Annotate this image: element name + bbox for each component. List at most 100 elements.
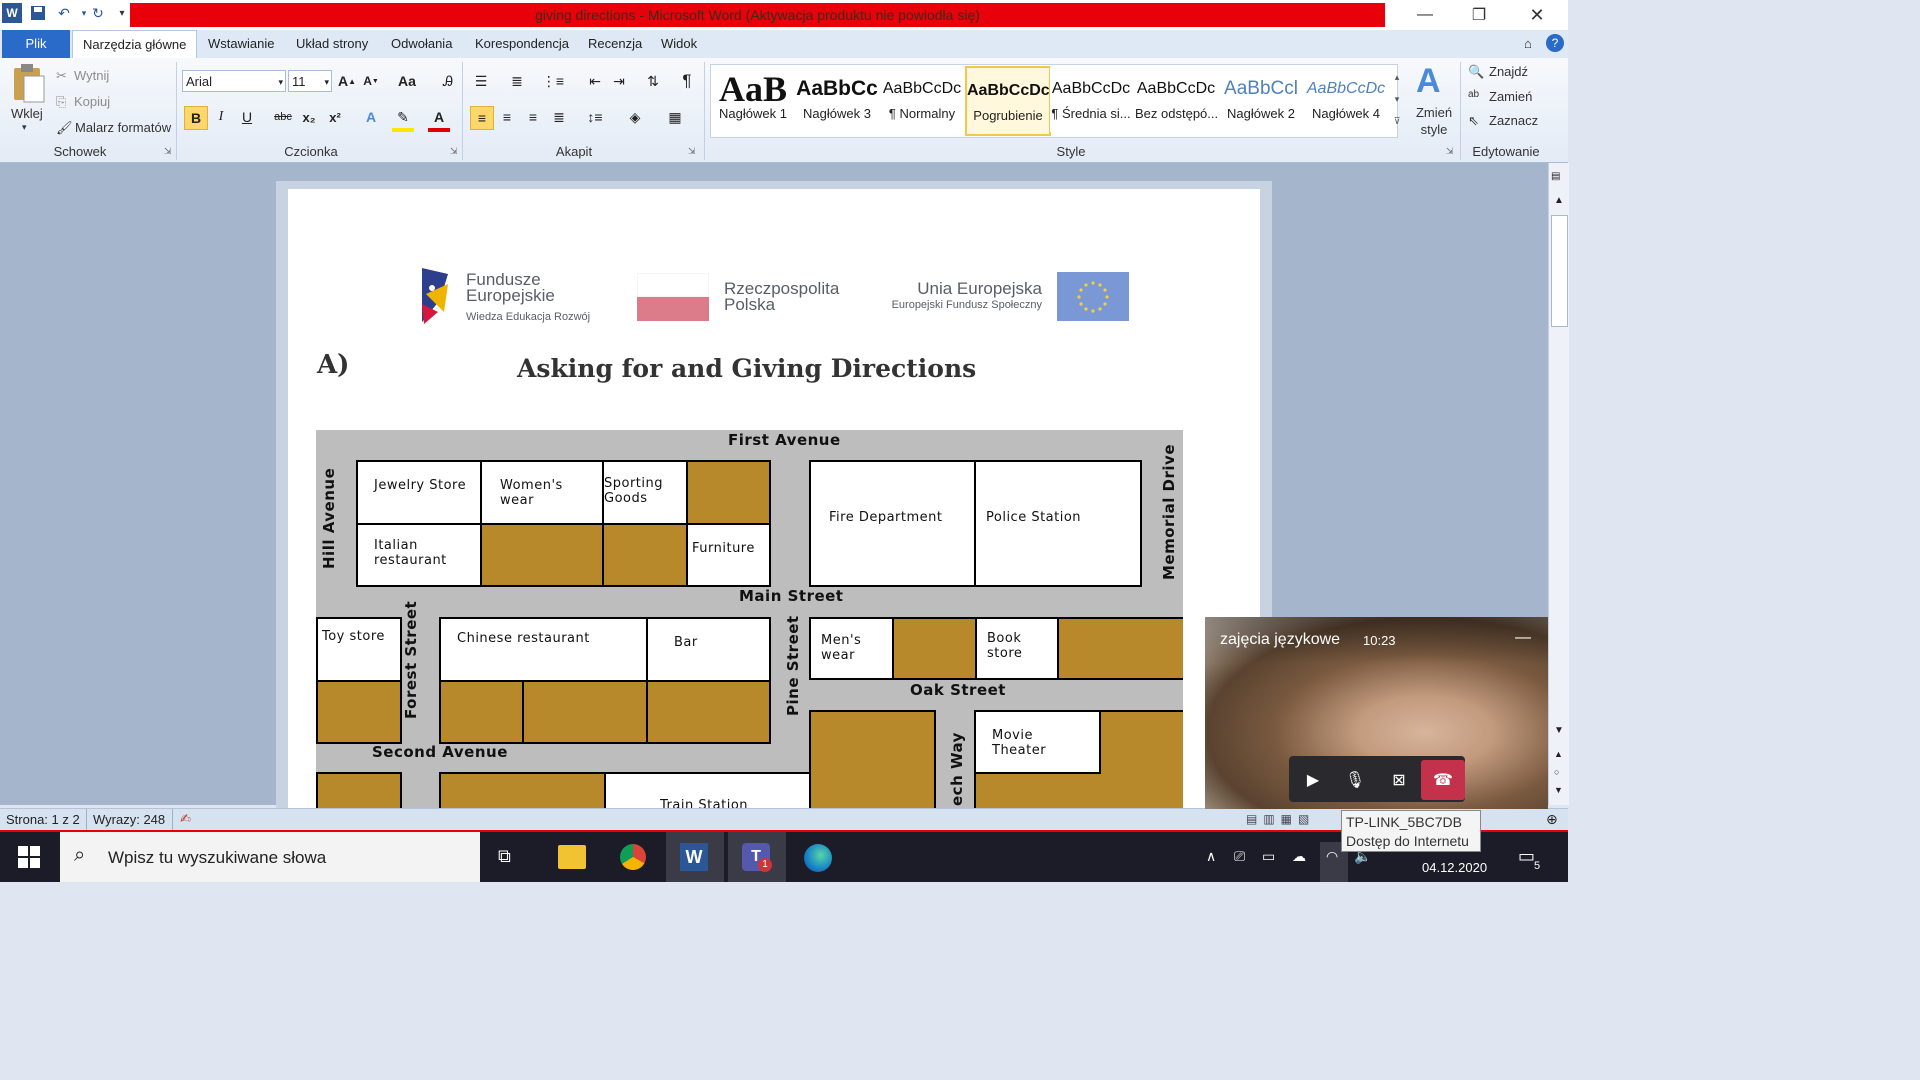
italic-button[interactable]: I — [210, 106, 232, 128]
hang-up-icon[interactable]: ☎ — [1421, 760, 1465, 800]
vertical-scrollbar[interactable]: ▤ ▲ ▼ ▲ ○ ▼ — [1548, 163, 1569, 805]
bullets-icon[interactable]: ☰ — [470, 70, 492, 92]
shrink-font-icon[interactable]: A ▼ — [360, 70, 382, 92]
restore-button[interactable]: ❐ — [1456, 0, 1502, 30]
highlight-icon[interactable]: ✎ — [392, 106, 414, 132]
tab-view[interactable]: Widok — [651, 30, 707, 58]
numbering-icon[interactable]: ≣ — [506, 70, 528, 92]
subscript-button[interactable]: x₂ — [298, 106, 320, 128]
borders-icon[interactable]: ▦ — [664, 106, 686, 128]
tab-page-layout[interactable]: Układ strony — [286, 30, 378, 58]
close-button[interactable]: ✕ — [1514, 0, 1560, 30]
tab-review[interactable]: Recenzja — [578, 30, 652, 58]
font-color-icon[interactable]: A — [428, 106, 450, 132]
customize-qat-icon[interactable]: ▾ — [112, 3, 132, 23]
file-explorer-icon[interactable] — [558, 845, 586, 869]
shading-icon[interactable]: ◈ — [624, 106, 646, 128]
style-heading-4[interactable]: AaBbCcDc Nagłówek 4 — [1305, 66, 1387, 132]
windows-start-icon[interactable] — [18, 846, 40, 868]
bold-button[interactable]: B — [184, 106, 208, 130]
meet-now-icon[interactable]: ⎚ — [1234, 848, 1245, 865]
style-heading-2[interactable]: AaBbCcl Nagłówek 2 — [1220, 66, 1302, 132]
show-hidden-icons-icon[interactable]: ∧ — [1206, 848, 1216, 865]
font-size-box[interactable]: 11 ▾ — [288, 70, 332, 92]
grow-font-icon[interactable]: A ▲ — [336, 70, 358, 92]
font-launcher-icon[interactable]: ⇲ — [450, 146, 458, 157]
align-left-button[interactable]: ≡ — [470, 106, 494, 130]
redo-icon[interactable]: ↻ — [88, 3, 108, 23]
minimize-button[interactable]: — — [1402, 0, 1448, 30]
align-right-button[interactable]: ≡ — [522, 106, 544, 128]
decrease-indent-icon[interactable]: ⇤ — [584, 70, 606, 92]
word-app-icon[interactable]: W — [2, 3, 22, 23]
word-counter[interactable]: Wyrazy: 248 — [93, 812, 165, 827]
scroll-down-icon[interactable]: ▼ — [1554, 725, 1564, 736]
zoom-in-icon[interactable]: ⊕ — [1546, 811, 1558, 828]
taskbar-date[interactable]: 04.12.2020 — [1422, 860, 1487, 875]
wifi-icon[interactable]: ◠ — [1326, 848, 1338, 865]
paste-button[interactable]: Wklej — [11, 106, 43, 121]
clipboard-launcher-icon[interactable]: ⇲ — [164, 146, 172, 157]
style-bold[interactable]: AaBbCcDc Pogrubienie — [965, 66, 1051, 136]
align-center-button[interactable]: ≡ — [496, 106, 518, 128]
paragraph-launcher-icon[interactable]: ⇲ — [688, 146, 696, 157]
style-heading-1[interactable]: AaB Nagłówek 1 — [712, 66, 794, 132]
microphone-icon[interactable]: 🎙 — [1333, 760, 1377, 800]
tab-file[interactable]: Plik — [2, 30, 70, 58]
word-taskbar-icon[interactable]: W — [680, 843, 708, 871]
chrome-icon[interactable] — [620, 844, 646, 870]
copy-button[interactable]: Kopiuj — [74, 94, 110, 109]
font-name-box[interactable]: Arial ▾ — [182, 70, 286, 92]
select-button[interactable]: Zaznacz — [1489, 113, 1538, 128]
paste-icon[interactable] — [8, 62, 48, 103]
next-page-icon[interactable]: ▼ — [1554, 785, 1563, 795]
style-medium-grid[interactable]: AaBbCcDc ¶ Średnia si... — [1050, 66, 1132, 132]
undo-icon[interactable]: ↶ — [54, 3, 74, 23]
onedrive-icon[interactable]: ☁ — [1292, 848, 1306, 865]
sort-icon[interactable]: ⇅ — [642, 70, 664, 92]
scroll-thumb[interactable] — [1551, 215, 1568, 327]
tab-mailings[interactable]: Korespondencja — [465, 30, 579, 58]
minimize-video-icon[interactable]: — — [1515, 629, 1531, 647]
underline-button[interactable]: U — [236, 106, 258, 128]
text-effects-icon[interactable]: A — [360, 106, 382, 128]
cut-button[interactable]: Wytnij — [74, 68, 109, 83]
edge-icon[interactable] — [804, 844, 832, 872]
find-button[interactable]: Znajdź — [1489, 64, 1528, 79]
change-styles-button[interactable]: Zmień style — [1414, 104, 1454, 138]
video-call-window[interactable]: zajęcia językowe 10:23 — ▶ 🎙 ⊠ ☎ — [1205, 617, 1548, 809]
style-no-spacing[interactable]: AaBbCcDc Bez odstępó... — [1135, 66, 1217, 132]
view-buttons-icon[interactable]: ▤▥▦▧ — [1246, 812, 1315, 826]
line-spacing-icon[interactable]: ↕≡ — [584, 106, 606, 128]
show-marks-icon[interactable]: ¶ — [676, 70, 698, 92]
task-view-icon[interactable]: ⧉ — [498, 846, 511, 867]
increase-indent-icon[interactable]: ⇥ — [608, 70, 630, 92]
strikethrough-button[interactable]: abc — [272, 106, 294, 128]
save-icon[interactable] — [28, 3, 48, 23]
ruler-toggle-icon[interactable]: ▤ — [1551, 171, 1560, 182]
camera-icon[interactable]: ▶ — [1291, 760, 1335, 800]
style-normal[interactable]: AaBbCcDc ¶ Normalny — [881, 66, 963, 132]
tab-insert[interactable]: Wstawianie — [198, 30, 284, 58]
multilevel-list-icon[interactable]: ⋮≡ — [542, 70, 564, 92]
minimize-ribbon-icon[interactable]: ⌂ — [1524, 36, 1532, 51]
battery-icon[interactable]: ▭ — [1262, 848, 1275, 865]
styles-launcher-icon[interactable]: ⇲ — [1446, 146, 1454, 157]
justify-button[interactable]: ≣ — [548, 106, 570, 128]
notification-icon[interactable]: ▭ — [1518, 846, 1535, 867]
clear-format-icon[interactable]: Ꭿ — [437, 70, 459, 92]
superscript-button[interactable]: x² — [324, 106, 346, 128]
styles-scroll-icon[interactable]: ▴ ▾ ⊽ — [1390, 66, 1404, 134]
browse-object-icon[interactable]: ○ — [1554, 767, 1559, 777]
page-counter[interactable]: Strona: 1 z 2 — [6, 812, 80, 827]
change-case-icon[interactable]: Aa — [396, 70, 418, 92]
proofing-icon[interactable]: ✍ — [180, 811, 191, 827]
prev-page-icon[interactable]: ▲ — [1554, 749, 1563, 759]
taskbar-search[interactable]: ⌕ Wpisz tu wyszukiwane słowa — [60, 832, 480, 882]
paste-dropdown-icon[interactable]: ▾ — [22, 122, 27, 133]
replace-button[interactable]: Zamień — [1489, 89, 1532, 104]
share-screen-icon[interactable]: ⊠ — [1377, 760, 1421, 800]
format-painter-button[interactable]: Malarz formatów — [75, 120, 171, 135]
style-heading-3[interactable]: AaBbCc Nagłówek 3 — [796, 66, 878, 132]
tab-home[interactable]: Narzędzia główne — [72, 30, 198, 59]
